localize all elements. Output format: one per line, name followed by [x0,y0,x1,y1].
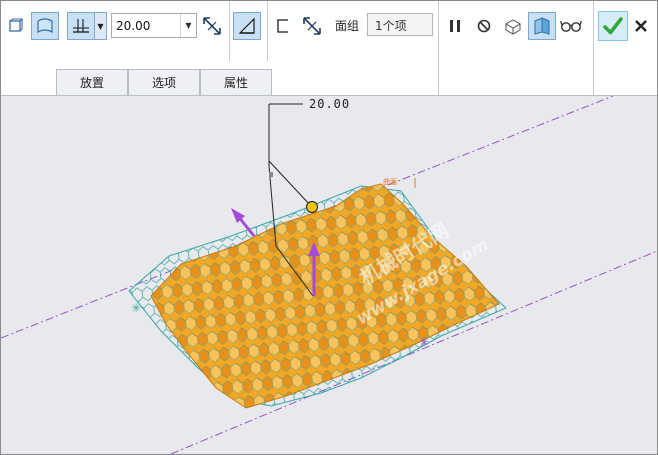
solid-type-button[interactable] [5,15,27,37]
pause-button[interactable] [444,14,466,38]
cancel-button[interactable] [630,14,652,38]
toolbar-separator [593,1,594,95]
depth-value-dropdown[interactable]: ▼ [180,14,196,37]
checkmark-icon [603,17,623,35]
ok-button[interactable] [598,11,628,41]
toolbar-separator [229,1,230,61]
toolbar-separator [267,1,268,61]
no-preview-button[interactable] [473,14,495,38]
cube-outline-icon [9,18,24,32]
axis-marker: ✳ [419,335,429,349]
chevron-down-icon: ▼ [97,21,104,31]
dimension-leader [268,160,312,207]
toolbar-separator [438,1,439,95]
depth-dimension-text[interactable]: 20.00 [309,97,350,111]
surface-icon [37,18,53,34]
flip-direction-button[interactable] [199,13,225,39]
depth-value-input[interactable] [112,14,190,37]
depth-option-dropdown[interactable]: ▼ [95,12,107,40]
tab-placement[interactable]: 放置 [56,69,128,95]
facegroup-label: 面组 [335,19,360,33]
surface-type-button[interactable] [31,12,59,40]
extrude-app: ▼ ▼ [0,0,658,455]
verify-glasses-icon [560,20,582,32]
remove-material-icon [238,17,255,34]
no-preview-icon [477,19,491,33]
thicken-button[interactable] [271,13,295,39]
flip-direction-icon [203,17,221,35]
ribbon-dashboard: ▼ ▼ [1,1,657,96]
depth-value-combobox[interactable]: ▼ [111,13,197,38]
geometry-preview-icon [504,19,522,35]
depth-blind-icon [73,19,89,33]
attached-preview-button[interactable] [528,12,556,40]
graphics-viewport[interactable]: ✳ ✳ 20.00 曲面 机械时代网 www.jxage.com [1,96,657,454]
pause-icon [450,20,460,32]
cap-ends-button[interactable] [233,12,261,40]
csys-marker: ✳ [131,301,141,315]
thicken-icon [277,19,288,33]
flip-direction-icon [303,17,321,35]
model-graphics: ✳ ✳ [1,96,657,454]
dimension-endpoint [269,172,273,177]
verify-mode-button[interactable] [559,14,583,38]
depth-drag-handle [305,200,319,214]
chevron-down-icon: ▼ [185,21,192,30]
geometry-preview-button[interactable] [501,14,525,38]
facegroup-collector[interactable]: 1个项 [367,13,433,36]
flip-thickness-button[interactable] [299,13,325,39]
close-icon [635,20,647,32]
attached-preview-icon [534,17,550,35]
tab-options[interactable]: 选项 [128,69,200,95]
surface-label: 曲面 [383,178,397,186]
depth-option-button[interactable] [67,12,95,40]
tab-properties[interactable]: 属性 [200,69,272,95]
